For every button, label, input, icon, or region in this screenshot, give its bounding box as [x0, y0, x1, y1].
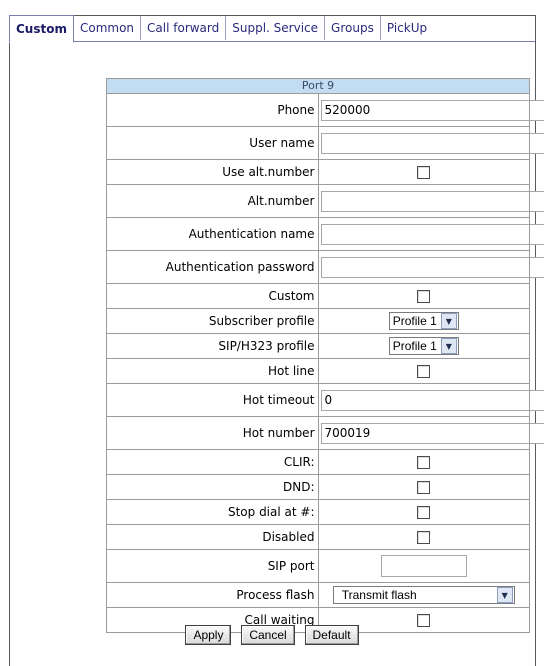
hot-number-input[interactable]: [321, 423, 544, 444]
port-title: Port 9: [107, 79, 530, 94]
subscriber-profile-value: Profile 1: [390, 314, 440, 328]
sip-profile-select[interactable]: Profile 1 ▼: [389, 337, 459, 355]
tab-bar: Custom Common Call forward Suppl. Servic…: [9, 15, 433, 41]
subscriber-profile-select[interactable]: Profile 1 ▼: [389, 312, 459, 330]
port-settings-table: Port 9 Phone User name Use alt.number Al…: [106, 78, 530, 633]
user-name-label: User name: [107, 127, 319, 160]
tab-call-forward[interactable]: Call forward: [141, 16, 226, 40]
custom-checkbox[interactable]: [417, 290, 430, 303]
disabled-checkbox[interactable]: [417, 531, 430, 544]
tab-divider: [9, 41, 535, 42]
sip-profile-label: SIP/H323 profile: [107, 334, 319, 359]
hot-timeout-label: Hot timeout: [107, 384, 319, 417]
auth-name-input[interactable]: [321, 224, 544, 245]
hot-timeout-input[interactable]: [321, 390, 544, 411]
chevron-down-icon: ▼: [497, 587, 513, 603]
clir-checkbox[interactable]: [417, 456, 430, 469]
tab-suppl-service[interactable]: Suppl. Service: [226, 16, 325, 40]
disabled-label: Disabled: [107, 525, 319, 550]
tab-pickup[interactable]: PickUp: [381, 16, 433, 40]
tab-custom[interactable]: Custom: [9, 15, 74, 43]
hot-number-label: Hot number: [107, 417, 319, 450]
chevron-down-icon: ▼: [441, 338, 457, 354]
process-flash-select[interactable]: Transmit flash ▼: [333, 586, 515, 604]
use-alt-number-label: Use alt.number: [107, 160, 319, 185]
user-name-input[interactable]: [321, 133, 544, 154]
sip-port-input[interactable]: [381, 555, 467, 577]
sip-profile-value: Profile 1: [390, 339, 440, 353]
hot-line-checkbox[interactable]: [417, 365, 430, 378]
process-flash-value: Transmit flash: [334, 588, 420, 602]
dnd-label: DND:: [107, 475, 319, 500]
chevron-down-icon: ▼: [441, 313, 457, 329]
tab-common[interactable]: Common: [74, 16, 141, 40]
auth-password-input[interactable]: [321, 257, 544, 278]
dnd-checkbox[interactable]: [417, 481, 430, 494]
stop-dial-label: Stop dial at #:: [107, 500, 319, 525]
cancel-button[interactable]: Cancel: [241, 625, 294, 645]
clir-label: CLIR:: [107, 450, 319, 475]
auth-name-label: Authentication name: [107, 218, 319, 251]
alt-number-input[interactable]: [321, 191, 544, 212]
default-button[interactable]: Default: [305, 625, 359, 645]
tab-groups[interactable]: Groups: [325, 16, 381, 40]
phone-input[interactable]: [321, 100, 544, 121]
auth-password-label: Authentication password: [107, 251, 319, 284]
button-bar: Apply Cancel Default: [0, 625, 544, 645]
hot-line-label: Hot line: [107, 359, 319, 384]
stop-dial-checkbox[interactable]: [417, 506, 430, 519]
process-flash-label: Process flash: [107, 583, 319, 608]
phone-label: Phone: [107, 94, 319, 127]
alt-number-label: Alt.number: [107, 185, 319, 218]
custom-label: Custom: [107, 284, 319, 309]
sip-port-label: SIP port: [107, 550, 319, 583]
use-alt-number-checkbox[interactable]: [417, 166, 430, 179]
subscriber-profile-label: Subscriber profile: [107, 309, 319, 334]
apply-button[interactable]: Apply: [185, 625, 231, 645]
